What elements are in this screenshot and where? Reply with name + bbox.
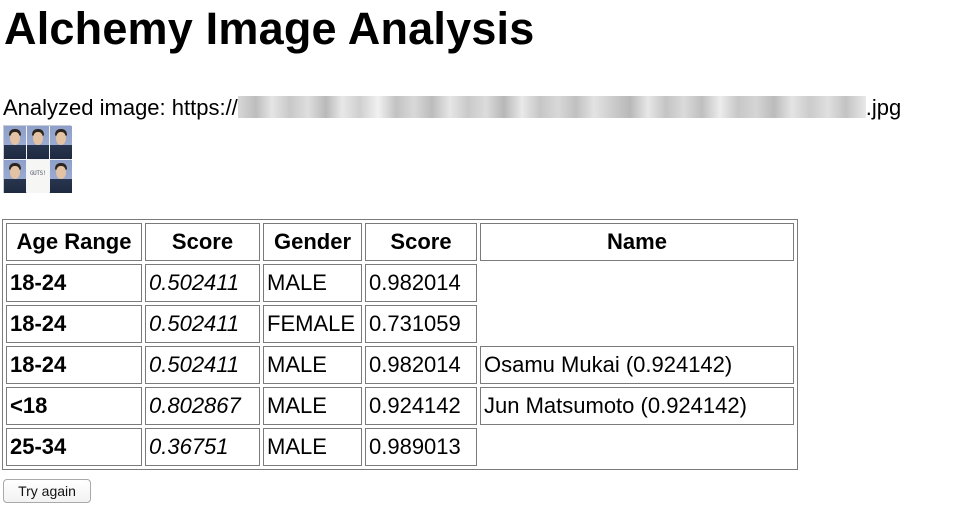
age-score-header: Score xyxy=(145,223,260,261)
gender-cell: MALE xyxy=(263,264,362,302)
gender-score-cell: 0.982014 xyxy=(365,264,477,302)
age-score-cell: 0.502411 xyxy=(145,305,260,343)
redacted-url-blur xyxy=(237,96,866,118)
table-header-row: Age Range Score Gender Score Name xyxy=(6,223,794,261)
table-row: <18 0.802867 MALE 0.924142 Jun Matsumoto… xyxy=(6,387,794,425)
age-range-header: Age Range xyxy=(6,223,142,261)
gender-score-cell: 0.924142 xyxy=(365,387,477,425)
name-cell xyxy=(480,305,794,343)
age-range-cell: 18-24 xyxy=(6,305,142,343)
analyzed-image-prefix: Analyzed image: https:// xyxy=(3,95,238,120)
gender-score-cell: 0.982014 xyxy=(365,346,477,384)
analysis-page: Alchemy Image Analysis Analyzed image: h… xyxy=(0,0,956,513)
gender-cell: MALE xyxy=(263,346,362,384)
gender-cell: MALE xyxy=(263,387,362,425)
name-cell xyxy=(480,428,794,466)
age-score-cell: 0.802867 xyxy=(145,387,260,425)
logo-photo: GUTS! xyxy=(27,160,49,193)
portrait-photo xyxy=(4,126,26,159)
age-score-cell: 0.502411 xyxy=(145,346,260,384)
age-score-cell: 0.502411 xyxy=(145,264,260,302)
analyzed-image-thumbnail: GUTS! xyxy=(3,125,72,193)
gender-score-header: Score xyxy=(365,223,477,261)
age-score-cell: 0.36751 xyxy=(145,428,260,466)
analyzed-image-suffix: .jpg xyxy=(865,95,902,120)
name-cell: Osamu Mukai (0.924142) xyxy=(480,346,794,384)
age-range-cell: <18 xyxy=(6,387,142,425)
name-header: Name xyxy=(480,223,794,261)
table-row: 18-24 0.502411 FEMALE 0.731059 xyxy=(6,305,794,343)
table-row: 18-24 0.502411 MALE 0.982014 Osamu Mukai… xyxy=(6,346,794,384)
portrait-photo xyxy=(50,126,72,159)
gender-cell: FEMALE xyxy=(263,305,362,343)
gender-score-cell: 0.989013 xyxy=(365,428,477,466)
analyzed-image-line: Analyzed image: https:// .jpg xyxy=(3,94,901,122)
analysis-results-table: Age Range Score Gender Score Name 18-24 … xyxy=(2,219,798,470)
page-title: Alchemy Image Analysis xyxy=(4,3,535,54)
portrait-photo xyxy=(50,160,72,193)
gender-score-cell: 0.731059 xyxy=(365,305,477,343)
portrait-photo xyxy=(27,126,49,159)
gender-header: Gender xyxy=(263,223,362,261)
table-row: 18-24 0.502411 MALE 0.982014 xyxy=(6,264,794,302)
age-range-cell: 18-24 xyxy=(6,264,142,302)
table-row: 25-34 0.36751 MALE 0.989013 xyxy=(6,428,794,466)
try-again-button[interactable]: Try again xyxy=(3,479,91,503)
age-range-cell: 25-34 xyxy=(6,428,142,466)
name-cell: Jun Matsumoto (0.924142) xyxy=(480,387,794,425)
name-cell xyxy=(480,264,794,302)
portrait-photo xyxy=(4,160,26,193)
logo-text: GUTS! xyxy=(29,170,47,177)
gender-cell: MALE xyxy=(263,428,362,466)
age-range-cell: 18-24 xyxy=(6,346,142,384)
